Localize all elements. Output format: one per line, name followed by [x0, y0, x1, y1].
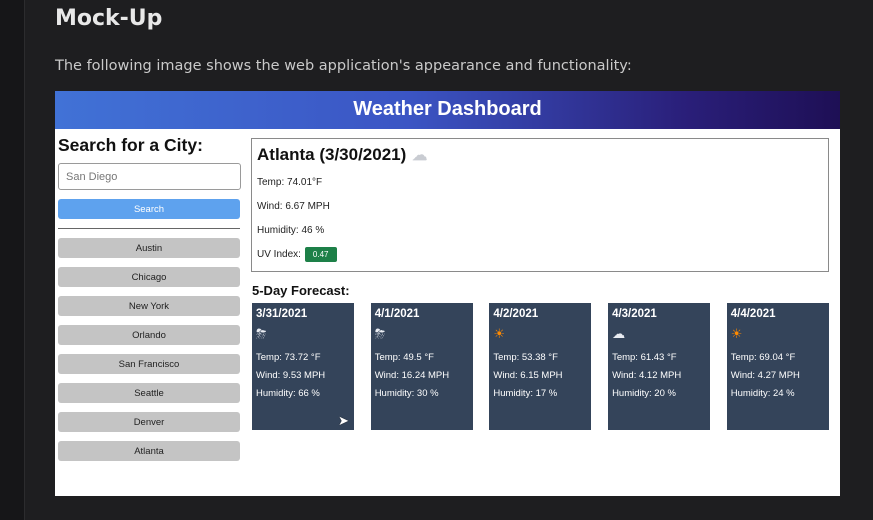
history-button-seattle[interactable]: Seattle — [58, 383, 240, 403]
forecast-date: 4/3/2021 — [612, 308, 657, 320]
forecast-humidity: Humidity: 30 % — [374, 388, 439, 399]
forecast-date: 4/4/2021 — [730, 308, 776, 320]
forecast-date: 4/1/2021 — [374, 308, 420, 320]
history-button-atlanta[interactable]: Atlanta — [58, 441, 240, 461]
cloud-icon: ☁ — [412, 147, 428, 164]
search-button[interactable]: Search — [58, 199, 240, 219]
forecast-title: 5-Day Forecast: — [252, 283, 350, 298]
cloud-icon: ☁ — [612, 326, 626, 341]
sidebar-divider — [58, 228, 240, 229]
forecast-temp: Temp: 53.38 °F — [493, 352, 558, 363]
doc-heading: Mock-Up — [55, 6, 163, 31]
uv-index-label: UV Index: — [257, 249, 301, 260]
search-title: Search for a City: — [58, 135, 203, 155]
forecast-cards: 3/31/2021 ⛈ Temp: 73.72 °F Wind: 9.53 MP… — [252, 303, 829, 430]
rain-sun-icon: ⛈ — [374, 326, 386, 341]
current-wind: Wind: 6.67 MPH — [257, 201, 330, 212]
forecast-humidity: Humidity: 17 % — [493, 388, 558, 399]
forecast-temp: Temp: 69.04 °F — [730, 352, 796, 363]
forecast-humidity: Humidity: 66 % — [256, 388, 320, 399]
forecast-humidity: Humidity: 24 % — [730, 388, 795, 399]
search-sidebar: Search for a City: Search Austin Chicago… — [58, 135, 241, 470]
history-button-chicago[interactable]: Chicago — [58, 267, 240, 287]
history-button-denver[interactable]: Denver — [58, 412, 240, 432]
history-button-austin[interactable]: Austin — [58, 238, 240, 258]
current-humidity: Humidity: 46 % — [257, 225, 325, 236]
current-weather-panel: Atlanta (3/30/2021) ☁ Temp: 74.01°F Wind… — [251, 138, 829, 272]
forecast-wind: Wind: 4.27 MPH — [730, 370, 800, 381]
forecast-card: 4/3/2021 ☁ Temp: 61.43 °F Wind: 4.12 MPH… — [608, 303, 711, 430]
current-city-date: Atlanta (3/30/2021) — [257, 145, 407, 164]
forecast-card: 4/4/2021 ☀ Temp: 69.04 °F Wind: 4.27 MPH… — [726, 303, 829, 430]
app-title-banner: Weather Dashboard — [55, 91, 840, 129]
forecast-temp: Temp: 73.72 °F — [256, 352, 321, 363]
forecast-date: 3/31/2021 — [256, 308, 308, 320]
rain-sun-icon: ⛈ — [256, 326, 267, 341]
forecast-wind: Wind: 16.24 MPH — [374, 370, 450, 381]
forecast-temp: Temp: 61.43 °F — [612, 352, 677, 363]
editor-left-rail — [0, 0, 25, 520]
current-weather-heading: Atlanta (3/30/2021) ☁ — [257, 145, 823, 165]
forecast-humidity: Humidity: 20 % — [612, 388, 676, 399]
history-button-san-francisco[interactable]: San Francisco — [58, 354, 240, 374]
forecast-date: 4/2/2021 — [493, 308, 539, 320]
city-search-input[interactable] — [58, 163, 241, 190]
forecast-card: 4/2/2021 ☀ Temp: 53.38 °F Wind: 6.15 MPH… — [489, 303, 592, 430]
current-temp: Temp: 74.01°F — [257, 177, 323, 188]
doc-description: The following image shows the web applic… — [55, 58, 632, 74]
forecast-card: 3/31/2021 ⛈ Temp: 73.72 °F Wind: 9.53 MP… — [252, 303, 354, 430]
uv-index-badge: 0.47 — [304, 247, 337, 262]
sun-icon: ☀ — [730, 326, 743, 341]
forecast-wind: Wind: 4.12 MPH — [612, 370, 682, 381]
mouse-cursor-icon: ➤ — [338, 413, 349, 428]
forecast-wind: Wind: 9.53 MPH — [256, 370, 326, 381]
mockup-image: Weather Dashboard Search for a City: Sea… — [55, 91, 840, 496]
history-button-new-york[interactable]: New York — [58, 296, 240, 316]
sun-icon: ☀ — [493, 326, 506, 341]
uv-index-row: UV Index: 0.47 — [257, 247, 823, 262]
forecast-wind: Wind: 6.15 MPH — [493, 370, 563, 381]
history-button-orlando[interactable]: Orlando — [58, 325, 240, 345]
forecast-temp: Temp: 49.5 °F — [374, 352, 434, 363]
forecast-card: 4/1/2021 ⛈ Temp: 49.5 °F Wind: 16.24 MPH… — [370, 303, 473, 430]
